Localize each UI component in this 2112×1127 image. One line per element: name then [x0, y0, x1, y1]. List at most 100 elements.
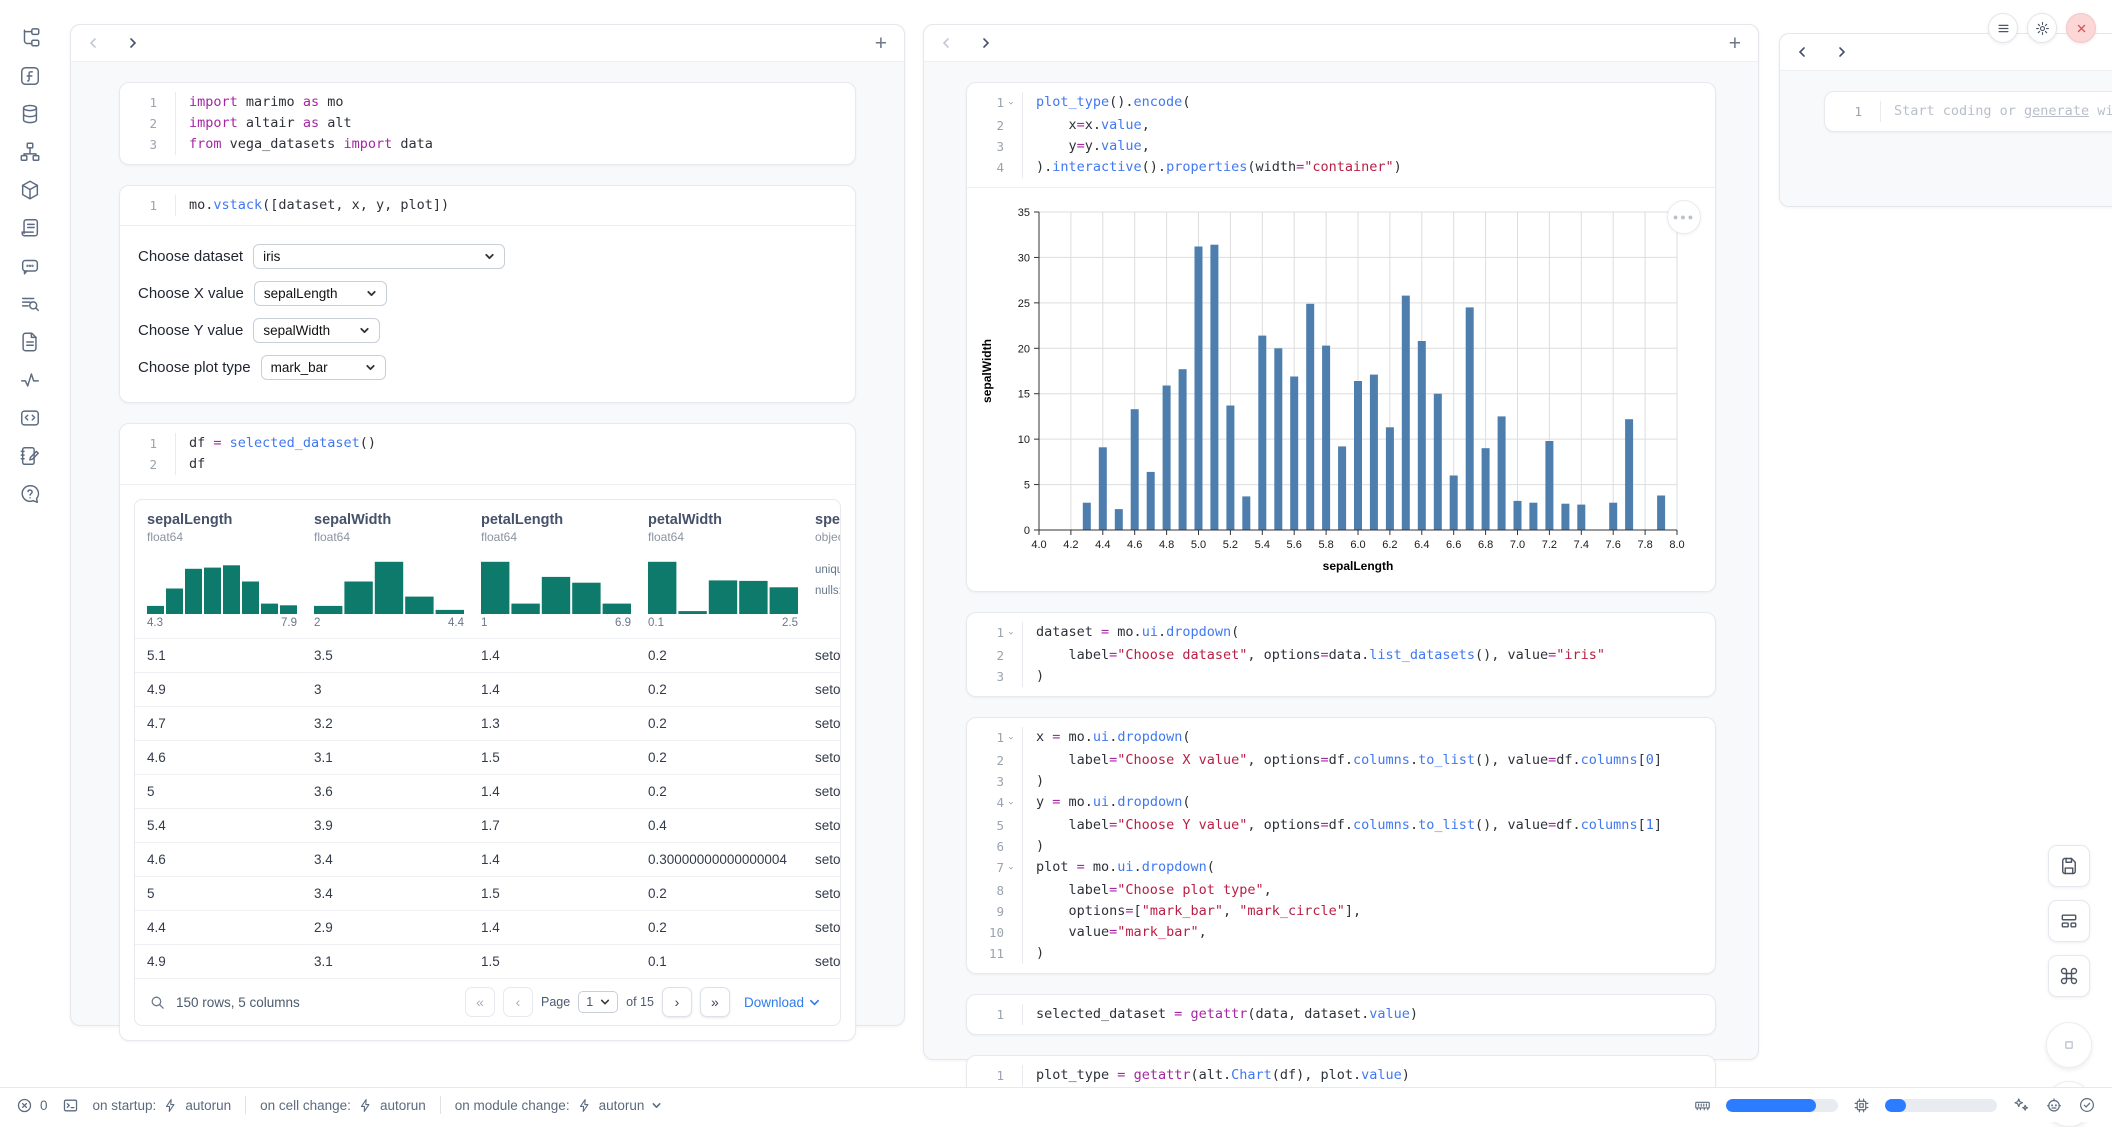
save-button[interactable] — [2048, 845, 2090, 887]
fold-chevron-icon[interactable]: › — [1000, 800, 1021, 809]
autorun-label: on cell change: — [260, 1098, 351, 1113]
choose-dataset-select[interactable]: iris — [253, 244, 505, 269]
first-page-button[interactable]: « — [465, 987, 495, 1017]
column-header-petalLength[interactable]: petalLengthfloat6416.9 — [481, 512, 648, 638]
code-editor-placeholder[interactable]: 1Start coding or generate with — [1825, 92, 2112, 131]
sidebar-item-chat[interactable] — [18, 254, 42, 278]
code-line: 8 label="Choose plot type", — [967, 880, 1715, 901]
chevron-down-icon — [366, 288, 377, 299]
sidebar-item-notebook[interactable] — [18, 444, 42, 468]
add-cell-button[interactable]: + — [873, 33, 889, 54]
svg-text:0: 0 — [1024, 525, 1030, 537]
autorun-setting[interactable]: on startup:autorun — [93, 1098, 232, 1113]
sidebar-item-documentation[interactable] — [18, 330, 42, 354]
layout-button[interactable] — [2048, 900, 2090, 942]
code-text: mo.vstack([dataset, x, y, plot]) — [175, 195, 855, 216]
column-name: sepalLength — [147, 512, 314, 528]
column-header-sepalLength[interactable]: sepalLengthfloat644.37.9 — [147, 512, 314, 638]
autorun-value: autorun — [185, 1098, 231, 1113]
keyboard-shortcuts-button[interactable] — [2048, 955, 2090, 997]
next-page-button[interactable]: › — [662, 987, 692, 1017]
fold-chevron-icon[interactable]: › — [1000, 100, 1021, 109]
code-editor[interactable]: 1›dataset = mo.ui.dropdown(2 label="Choo… — [967, 613, 1715, 696]
download-button[interactable]: Download — [738, 994, 826, 1011]
altair-bar-chart[interactable]: 4.04.24.44.64.85.05.25.45.65.86.06.26.46… — [977, 200, 1707, 583]
add-cell-button[interactable]: + — [1727, 33, 1743, 54]
code-editor[interactable]: 1›plot_type().encode(2 x=x.value,3 y=y.v… — [967, 83, 1715, 187]
code-cell-empty: 1Start coding or generate with — [1824, 91, 2112, 132]
fold-chevron-icon[interactable]: › — [1000, 630, 1021, 639]
sidebar-item-scratchpad[interactable] — [18, 292, 42, 316]
sidebar-item-tracing[interactable] — [18, 368, 42, 392]
range-max: 4.4 — [448, 617, 464, 629]
sidebar-item-logs[interactable] — [18, 216, 42, 240]
table-cell: 0.2 — [648, 784, 815, 799]
line-number: 11 — [967, 943, 1022, 964]
code-line: 3) — [967, 666, 1715, 687]
svg-text:4.6: 4.6 — [1127, 539, 1142, 551]
table-row: 4.73.21.30.2setos — [135, 706, 840, 740]
svg-text:4.2: 4.2 — [1063, 539, 1078, 551]
dropdown-label: Choose Y value — [138, 322, 243, 339]
column-next-button[interactable] — [1835, 45, 1849, 59]
autorun-setting[interactable]: on cell change:autorun — [260, 1098, 426, 1113]
code-line: 2df — [120, 454, 855, 475]
file-tree-icon — [19, 27, 41, 49]
chatbot-button[interactable] — [2045, 1096, 2063, 1114]
chevron-left-icon — [940, 37, 952, 49]
sidebar-item-dependency-graph[interactable] — [18, 140, 42, 164]
ai-assistant-button[interactable] — [2012, 1096, 2030, 1114]
stop-button[interactable] — [2046, 1022, 2092, 1068]
column-histogram — [648, 556, 798, 614]
svg-text:6.6: 6.6 — [1446, 539, 1461, 551]
table-cell: 0.2 — [648, 648, 815, 663]
column-prev-button[interactable] — [1795, 45, 1809, 59]
column-header-sepalWidth[interactable]: sepalWidthfloat6424.4 — [314, 512, 481, 638]
sidebar-item-file-tree[interactable] — [18, 26, 42, 50]
menu-button[interactable] — [1988, 13, 2018, 43]
sidebar-item-snippets[interactable] — [18, 406, 42, 430]
settings-button[interactable] — [2027, 13, 2057, 43]
choose-plot-type-select[interactable]: mark_bar — [261, 355, 386, 380]
sidebar-item-datasources[interactable] — [18, 102, 42, 126]
errors-indicator[interactable]: 0 — [16, 1097, 48, 1114]
fold-chevron-icon[interactable]: › — [1000, 735, 1021, 744]
last-page-button[interactable]: » — [700, 987, 730, 1017]
code-editor[interactable]: 1›x = mo.ui.dropdown(2 label="Choose X v… — [967, 718, 1715, 973]
column-next-button[interactable] — [126, 36, 140, 50]
prev-page-button[interactable]: ‹ — [503, 987, 533, 1017]
code-editor[interactable]: 1selected_dataset = getattr(data, datase… — [967, 995, 1715, 1034]
column-prev-button[interactable] — [939, 36, 953, 50]
choose-x-value-select[interactable]: sepalLength — [254, 281, 387, 306]
column-header-petalWidth[interactable]: petalWidthfloat640.12.5 — [648, 512, 815, 638]
range-max: 6.9 — [615, 617, 631, 629]
column-header-speci[interactable]: speciobjecuniqunulls: — [815, 512, 841, 638]
selected-value: mark_bar — [271, 360, 328, 375]
column-next-button[interactable] — [979, 36, 993, 50]
robot-icon — [2045, 1096, 2063, 1114]
close-button[interactable] — [2066, 13, 2096, 43]
page-number-select[interactable]: 1 — [578, 991, 618, 1013]
autorun-setting[interactable]: on module change:autorun — [455, 1098, 663, 1113]
svg-text:6.8: 6.8 — [1478, 539, 1493, 551]
chevron-down-icon — [359, 325, 370, 336]
fold-chevron-icon[interactable]: › — [1000, 865, 1021, 874]
chart-menu-button[interactable]: ●●● — [1667, 200, 1701, 234]
terminal-button[interactable] — [62, 1097, 79, 1114]
sidebar-item-packages[interactable] — [18, 178, 42, 202]
choose-y-value-select[interactable]: sepalWidth — [253, 318, 380, 343]
code-editor[interactable]: 1df = selected_dataset()2df — [120, 424, 855, 484]
sidebar-item-functions[interactable] — [18, 64, 42, 88]
table-search-button[interactable] — [149, 994, 166, 1011]
sidebar-item-help[interactable] — [18, 482, 42, 506]
table-row: 4.63.11.50.2setos — [135, 740, 840, 774]
dependency-graph-icon — [19, 141, 41, 163]
column-prev-button[interactable] — [86, 36, 100, 50]
table-cell: 4.4 — [147, 920, 314, 935]
code-editor[interactable]: 1mo.vstack([dataset, x, y, plot]) — [120, 186, 855, 225]
code-editor[interactable]: 1import marimo as mo2import altair as al… — [120, 83, 855, 164]
code-cell-imports: 1import marimo as mo2import altair as al… — [119, 82, 856, 165]
table-cell: 0.2 — [648, 750, 815, 765]
code-line: 11) — [967, 943, 1715, 964]
connection-status-button[interactable] — [2078, 1096, 2096, 1114]
